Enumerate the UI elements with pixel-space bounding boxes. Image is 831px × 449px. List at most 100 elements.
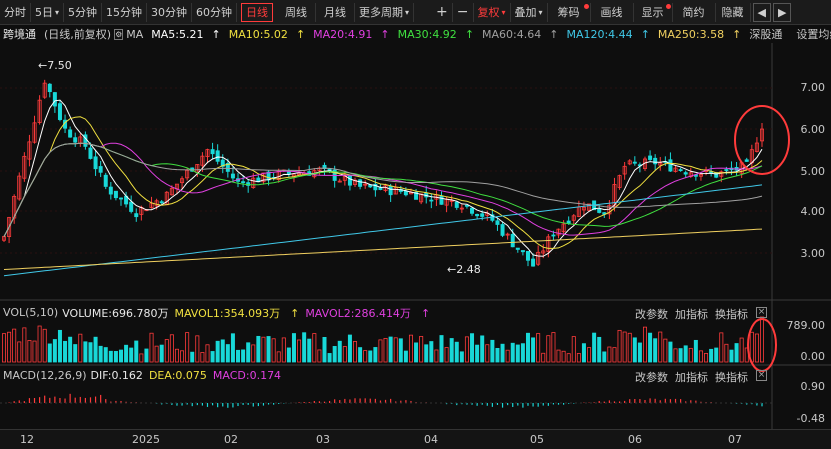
- volume-bar: [653, 338, 658, 363]
- volume-bar: [149, 332, 154, 363]
- volume-bar: [230, 333, 235, 363]
- candle-body: [566, 220, 571, 224]
- volume-bar: [551, 332, 556, 363]
- volume-bar: [347, 334, 352, 363]
- candle-body: [403, 190, 408, 196]
- volume-bar: [78, 333, 83, 363]
- vol-swap-indicator[interactable]: 换指标: [715, 306, 748, 322]
- vol-mavol1-text: MAVOL1:354.093万: [174, 306, 281, 320]
- x-tick-12: 12: [20, 433, 34, 446]
- volume-bar: [714, 347, 719, 363]
- volume-bar: [734, 343, 739, 363]
- candle-body: [119, 197, 124, 200]
- volume-bar: [444, 347, 449, 363]
- volume-bar: [2, 333, 7, 363]
- macd-close-icon[interactable]: ×: [756, 370, 767, 381]
- candle-body: [480, 213, 485, 217]
- volume-bar: [190, 351, 195, 363]
- volume-bar: [617, 329, 622, 363]
- volume-bar: [113, 351, 118, 363]
- vol-close-icon[interactable]: ×: [756, 307, 767, 318]
- volume-bar: [73, 344, 78, 363]
- candle-body: [510, 234, 515, 248]
- candle-body: [439, 195, 444, 205]
- macd-swap-indicator[interactable]: 换指标: [715, 369, 748, 385]
- volume-bar: [154, 345, 159, 363]
- x-tick-06: 06: [628, 433, 642, 446]
- volume-bar: [139, 353, 144, 363]
- volume-bar: [678, 348, 683, 363]
- candle-body: [286, 171, 291, 175]
- vol-mavol2: MAVOL2:286.414万 ↑: [305, 306, 431, 320]
- volume-bar: [459, 351, 464, 363]
- volume-bar: [63, 340, 68, 363]
- volume-bar: [515, 344, 520, 363]
- volume-bar: [556, 349, 561, 363]
- vol-mavol1: MAVOL1:354.093万 ↑: [174, 306, 300, 320]
- candle-body: [475, 213, 480, 217]
- volume-bar: [729, 349, 734, 363]
- volume-bar: [17, 341, 22, 363]
- volume-bar: [195, 335, 200, 363]
- vol-mavol2-text: MAVOL2:286.414万: [305, 306, 411, 320]
- volume-bar: [525, 332, 530, 363]
- low-price-annotation: ←2.48: [447, 263, 481, 276]
- vol-title: VOL(5,10): [3, 306, 59, 319]
- volume-bar: [419, 336, 424, 363]
- volume-bar: [27, 340, 32, 363]
- volume-bar: [276, 351, 281, 363]
- volume-bar: [98, 345, 103, 363]
- candle-body: [525, 251, 530, 261]
- candle-body: [47, 83, 52, 93]
- price-tick-500: 5.00: [800, 165, 826, 178]
- candle-body: [52, 92, 57, 107]
- volume-bar: [658, 331, 663, 363]
- volume-bar: [358, 347, 363, 363]
- candle-body: [388, 186, 393, 196]
- volume-bar: [408, 334, 413, 363]
- volume-bar: [383, 338, 388, 363]
- volume-bar: [342, 346, 347, 363]
- macd-add-indicator[interactable]: 加指标: [675, 369, 708, 385]
- volume-bar: [215, 340, 220, 363]
- volume-bar: [475, 344, 480, 363]
- volume-bar: [673, 348, 678, 363]
- candle-body: [648, 155, 653, 160]
- volume-bar: [37, 325, 42, 363]
- volume-bar: [119, 349, 124, 363]
- volume-bar: [7, 331, 12, 363]
- macd-value: MACD:0.174: [212, 369, 282, 382]
- candle-body: [103, 174, 108, 187]
- volume-bar: [470, 333, 475, 363]
- volume-bar: [271, 338, 276, 363]
- vol-change-params[interactable]: 改参数: [635, 306, 668, 322]
- candle-body: [520, 250, 525, 253]
- volume-bar: [266, 336, 271, 363]
- candle-body: [683, 172, 688, 175]
- candle-body: [347, 175, 352, 186]
- candle-body: [464, 204, 469, 207]
- volume-bar: [108, 350, 113, 363]
- volume-bar: [185, 332, 190, 363]
- volume-bar: [663, 338, 668, 363]
- volume-bar: [648, 332, 653, 363]
- volume-bar: [546, 335, 551, 363]
- volume-bar: [388, 336, 393, 363]
- volume-bar: [576, 353, 581, 363]
- volume-bar: [541, 352, 546, 363]
- volume-bar: [251, 344, 256, 363]
- price-tick-400: 4.00: [800, 205, 826, 218]
- candle-body: [68, 129, 73, 138]
- vol-add-indicator[interactable]: 加指标: [675, 306, 708, 322]
- volume-bar: [566, 353, 571, 363]
- candle-body: [230, 173, 235, 179]
- macd-change-params[interactable]: 改参数: [635, 369, 668, 385]
- volume-bar: [531, 337, 536, 363]
- volume-bar: [668, 341, 673, 363]
- volume-bar: [57, 329, 62, 363]
- volume-bar: [337, 340, 342, 363]
- ma10-line: [3, 116, 763, 249]
- volume-bar: [373, 347, 378, 363]
- candle-body: [632, 161, 637, 164]
- volume-bar: [174, 348, 179, 363]
